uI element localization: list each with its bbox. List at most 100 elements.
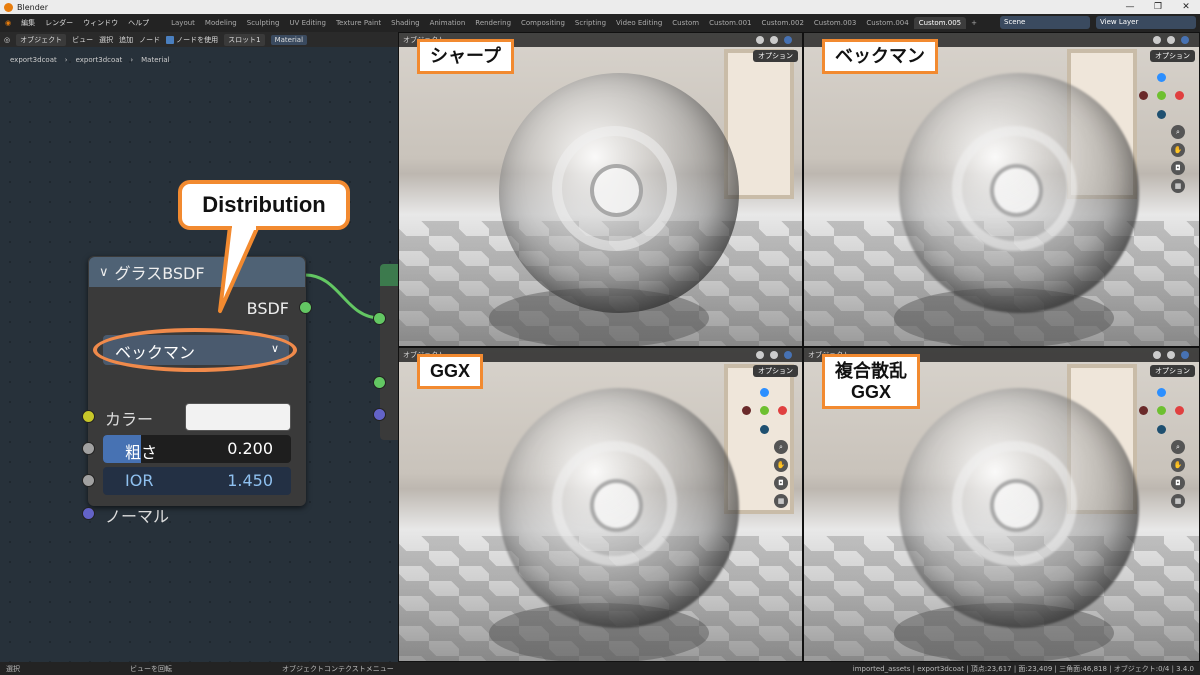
rendered-shading-icon[interactable]: [784, 351, 792, 359]
options-button[interactable]: オプション: [1150, 50, 1195, 62]
zoom-icon[interactable]: ⌕: [1171, 440, 1185, 454]
tab-texture-paint[interactable]: Texture Paint: [331, 17, 386, 29]
gizmo-x-axis-icon[interactable]: [778, 406, 787, 415]
scene-selector[interactable]: Scene: [1000, 16, 1090, 29]
maximize-button[interactable]: ❐: [1144, 2, 1172, 12]
navigation-gizmo[interactable]: [742, 388, 788, 434]
pan-hand-icon[interactable]: ✋: [774, 458, 788, 472]
normal-input-socket[interactable]: [82, 507, 95, 520]
rendered-shading-icon[interactable]: [1181, 351, 1189, 359]
grid-icon[interactable]: ▦: [774, 494, 788, 508]
roughness-slider[interactable]: 粗さ 0.200: [103, 435, 291, 463]
gizmo-y-axis-icon[interactable]: [1157, 91, 1166, 100]
zoom-icon[interactable]: ⌕: [1171, 125, 1185, 139]
material-shading-icon[interactable]: [1167, 36, 1175, 44]
tab-custom[interactable]: Custom: [667, 17, 704, 29]
camera-icon[interactable]: ◘: [774, 476, 788, 490]
tab-shading[interactable]: Shading: [386, 17, 424, 29]
menu-render[interactable]: レンダー: [40, 18, 78, 28]
glass-sphere: [499, 388, 739, 628]
material-shading-icon[interactable]: [1167, 351, 1175, 359]
gizmo-x-axis-icon[interactable]: [1175, 91, 1184, 100]
tab-layout[interactable]: Layout: [166, 17, 200, 29]
material-shading-icon[interactable]: [770, 36, 778, 44]
gizmo-neg-x-icon[interactable]: [742, 406, 751, 415]
add-workspace-button[interactable]: +: [966, 17, 982, 29]
gizmo-neg-x-icon[interactable]: [1139, 91, 1148, 100]
tab-video-editing[interactable]: Video Editing: [611, 17, 667, 29]
bsdf-output-socket[interactable]: [299, 301, 312, 314]
grid-icon[interactable]: ▦: [1171, 179, 1185, 193]
gizmo-z-axis-icon[interactable]: [1157, 388, 1166, 397]
viewport-label-sharp: シャープ: [417, 39, 514, 74]
surface-input-socket[interactable]: [373, 312, 386, 325]
ior-field[interactable]: IOR 1.450: [103, 467, 291, 495]
glass-bsdf-node[interactable]: ∨ グラスBSDF BSDF ベックマン ∨ カラー 粗さ 0.200 IOR: [82, 256, 312, 526]
pan-hand-icon[interactable]: ✋: [1171, 143, 1185, 157]
navigation-gizmo[interactable]: [1139, 388, 1185, 434]
gizmo-y-axis-icon[interactable]: [760, 406, 769, 415]
options-button[interactable]: オプション: [1150, 365, 1195, 377]
displacement-input-socket[interactable]: [373, 408, 386, 421]
sphere-core: [590, 479, 643, 532]
menu-help[interactable]: ヘルプ: [123, 18, 154, 28]
tab-rendering[interactable]: Rendering: [470, 17, 516, 29]
tab-custom-005[interactable]: Custom.005: [913, 17, 967, 29]
color-swatch[interactable]: [185, 403, 291, 431]
pan-hand-icon[interactable]: ✋: [1171, 458, 1185, 472]
grid-icon[interactable]: ▦: [1171, 494, 1185, 508]
viewport-ggx[interactable]: オブジェクト オプション ⌕ ✋ ◘ ▦ GGX: [398, 347, 803, 662]
menu-window[interactable]: ウィンドウ: [78, 18, 123, 28]
gizmo-y-axis-icon[interactable]: [1157, 406, 1166, 415]
menu-edit[interactable]: 編集: [16, 18, 40, 28]
tab-custom-002[interactable]: Custom.002: [757, 17, 809, 29]
solid-shading-icon[interactable]: [1153, 351, 1161, 359]
shader-node-editor[interactable]: ◎ オブジェクト ビュー 選択 追加 ノード ノードを使用 スロット1 Mate…: [0, 32, 410, 662]
tab-uv-editing[interactable]: UV Editing: [284, 17, 331, 29]
tab-custom-001[interactable]: Custom.001: [704, 17, 756, 29]
gizmo-z-axis-icon[interactable]: [1157, 73, 1166, 82]
viewport-label-beckmann: ベックマン: [822, 39, 938, 74]
solid-shading-icon[interactable]: [1153, 36, 1161, 44]
gizmo-x-axis-icon[interactable]: [1175, 406, 1184, 415]
zoom-icon[interactable]: ⌕: [774, 440, 788, 454]
viewport-sharp[interactable]: オブジェクト オプション シャープ: [398, 32, 803, 347]
tab-animation[interactable]: Animation: [425, 17, 471, 29]
navigation-gizmo[interactable]: [1139, 73, 1185, 119]
ior-label: IOR: [125, 471, 154, 490]
glass-sphere: [899, 388, 1139, 628]
roughness-label: 粗さ: [125, 443, 158, 462]
tab-scripting[interactable]: Scripting: [570, 17, 611, 29]
camera-icon[interactable]: ◘: [1171, 476, 1185, 490]
gizmo-neg-y-icon[interactable]: [1157, 110, 1166, 119]
tab-custom-003[interactable]: Custom.003: [809, 17, 861, 29]
tab-compositing[interactable]: Compositing: [516, 17, 570, 29]
node-header[interactable]: ∨ グラスBSDF: [89, 257, 305, 287]
rendered-shading-icon[interactable]: [784, 36, 792, 44]
gizmo-neg-x-icon[interactable]: [1139, 406, 1148, 415]
gizmo-z-axis-icon[interactable]: [760, 388, 769, 397]
volume-input-socket[interactable]: [373, 376, 386, 389]
tab-modeling[interactable]: Modeling: [200, 17, 242, 29]
minimize-button[interactable]: —: [1116, 2, 1144, 12]
ior-input-socket[interactable]: [82, 474, 95, 487]
options-button[interactable]: オプション: [753, 50, 798, 62]
options-button[interactable]: オプション: [753, 365, 798, 377]
solid-shading-icon[interactable]: [756, 351, 764, 359]
solid-shading-icon[interactable]: [756, 36, 764, 44]
tab-sculpting[interactable]: Sculpting: [242, 17, 285, 29]
gizmo-neg-y-icon[interactable]: [1157, 425, 1166, 434]
tab-custom-004[interactable]: Custom.004: [861, 17, 913, 29]
view-layer-selector[interactable]: View Layer: [1096, 16, 1196, 29]
roughness-input-socket[interactable]: [82, 442, 95, 455]
rendered-shading-icon[interactable]: [1181, 36, 1189, 44]
blender-menu-icon[interactable]: ◉: [0, 19, 16, 27]
camera-icon[interactable]: ◘: [1171, 161, 1185, 175]
close-button[interactable]: ✕: [1172, 2, 1200, 12]
material-shading-icon[interactable]: [770, 351, 778, 359]
viewport-beckmann[interactable]: オプション ⌕ ✋ ◘ ▦ ベックマン: [803, 32, 1200, 347]
viewport-multiscatter-ggx[interactable]: オブジェクト オプション ⌕ ✋ ◘ ▦ 複合散乱 GGX: [803, 347, 1200, 662]
collapse-chevron-icon[interactable]: ∨: [99, 265, 109, 280]
gizmo-neg-y-icon[interactable]: [760, 425, 769, 434]
color-input-socket[interactable]: [82, 410, 95, 423]
